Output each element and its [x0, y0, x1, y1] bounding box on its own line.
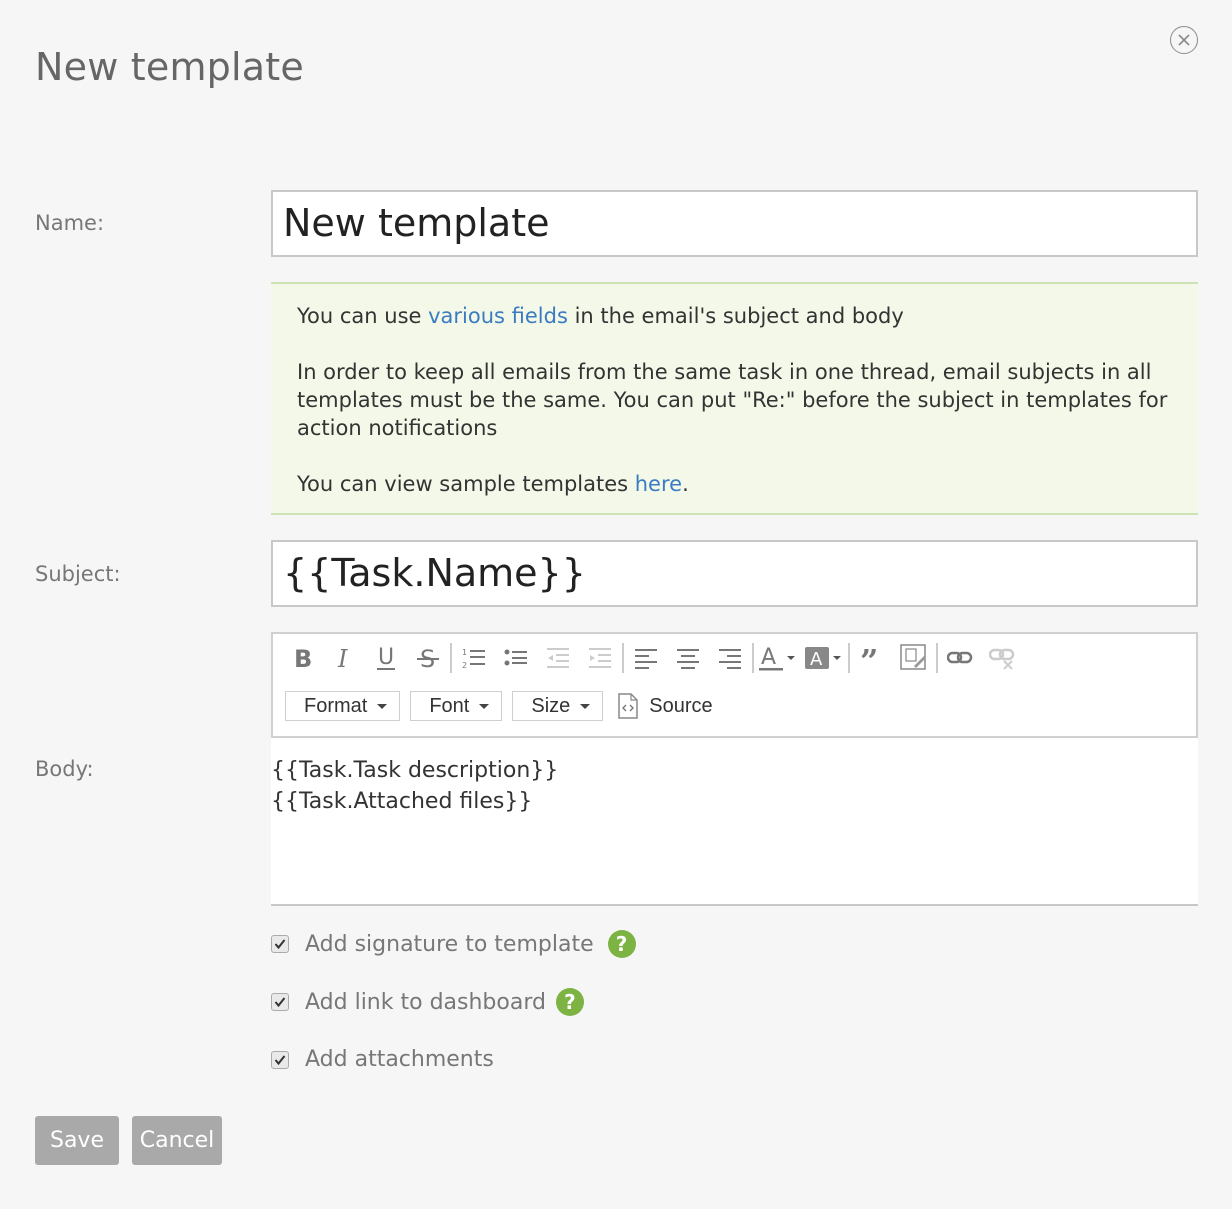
size-dropdown[interactable]: Size	[512, 691, 604, 721]
align-right-button[interactable]	[709, 640, 751, 676]
increase-indent-button[interactable]	[579, 640, 621, 676]
format-dropdown-label: Format	[304, 694, 368, 717]
dialog-title: New template	[35, 45, 304, 89]
info-line-fields: You can use various fields in the email'…	[297, 302, 1172, 330]
info-text: .	[682, 472, 689, 496]
background-color-button[interactable]: A	[801, 640, 847, 676]
checkmark-icon	[274, 1054, 286, 1065]
toolbar-separator	[450, 643, 452, 673]
info-text: in the email's subject and body	[567, 304, 904, 328]
blockquote-icon: ”	[860, 646, 878, 670]
template-icon	[900, 644, 926, 670]
source-icon	[618, 693, 639, 719]
italic-icon: I	[337, 645, 348, 671]
decrease-indent-button[interactable]	[537, 640, 579, 676]
name-label: Name:	[35, 211, 105, 235]
align-left-icon	[635, 649, 657, 669]
add-dashboard-link-checkbox[interactable]	[271, 993, 289, 1011]
unlink-icon	[989, 648, 1015, 670]
chevron-down-icon	[377, 703, 388, 709]
editor-toolbar: B I U S 12	[271, 632, 1198, 738]
signature-help-icon[interactable]: ?	[607, 930, 636, 958]
bulleted-list-button[interactable]	[495, 640, 537, 676]
format-dropdown[interactable]: Format	[285, 691, 401, 721]
align-center-icon	[677, 649, 699, 669]
info-thread-note: In order to keep all emails from the sam…	[297, 360, 1168, 440]
save-button[interactable]: Save	[35, 1116, 119, 1165]
strikethrough-button[interactable]: S	[407, 640, 449, 676]
toolbar-separator	[752, 643, 754, 673]
underline-icon: U	[377, 645, 395, 670]
add-dashboard-link-label: Add link to dashboard	[305, 989, 546, 1015]
chevron-down-icon	[479, 703, 490, 709]
background-color-icon: A	[805, 647, 841, 670]
link-button[interactable]	[939, 640, 981, 676]
underline-button[interactable]: U	[365, 640, 407, 676]
option-add-signature: Add signature to template ?	[271, 930, 636, 958]
align-left-button[interactable]	[625, 640, 667, 676]
chevron-down-icon	[580, 703, 591, 709]
dashboard-help-icon[interactable]: ?	[555, 988, 584, 1016]
svg-text:1: 1	[462, 648, 467, 657]
subject-input[interactable]: {{Task.Name}}	[271, 540, 1198, 607]
toolbar-separator	[848, 643, 850, 673]
bulleted-list-icon	[504, 649, 527, 666]
svg-text:U: U	[378, 645, 394, 670]
size-dropdown-label: Size	[531, 694, 571, 717]
numbered-list-button[interactable]: 12	[453, 640, 495, 676]
source-button[interactable]: Source	[617, 693, 713, 719]
body-line: {{Task.Task description}}	[271, 758, 559, 783]
svg-text:A: A	[810, 649, 823, 670]
bold-icon: B	[294, 645, 312, 671]
template-button[interactable]	[893, 640, 935, 676]
svg-text:A: A	[761, 645, 776, 670]
add-attachments-checkbox[interactable]	[271, 1050, 289, 1069]
svg-text:B: B	[294, 645, 312, 671]
italic-button[interactable]: I	[323, 640, 365, 676]
blockquote-button[interactable]: ”	[851, 640, 893, 676]
text-color-button[interactable]: A	[755, 640, 801, 676]
toolbar-separator	[936, 643, 938, 673]
sample-templates-link[interactable]: here	[635, 472, 682, 496]
checkmark-icon	[274, 997, 286, 1008]
increase-indent-icon	[589, 648, 611, 668]
add-signature-label: Add signature to template	[305, 931, 594, 957]
text-color-icon: A	[759, 645, 795, 671]
name-input[interactable]: New template	[271, 190, 1198, 257]
source-button-label: Source	[649, 694, 713, 717]
option-add-attachments: Add attachments	[271, 1047, 494, 1072]
body-line: {{Task.Attached files}}	[271, 789, 533, 814]
unlink-button[interactable]	[981, 640, 1023, 676]
add-signature-checkbox[interactable]	[271, 935, 289, 953]
align-right-icon	[719, 649, 741, 669]
option-add-dashboard-link: Add link to dashboard ?	[271, 988, 584, 1016]
numbered-list-icon: 12	[462, 648, 485, 670]
body-editor[interactable]: {{Task.Task description}} {{Task.Attache…	[271, 738, 1198, 906]
svg-text:2: 2	[462, 661, 467, 670]
checkmark-icon	[274, 939, 286, 950]
font-dropdown[interactable]: Font	[410, 691, 503, 721]
close-button[interactable]	[1170, 26, 1198, 54]
body-label: Body:	[35, 757, 94, 781]
font-dropdown-label: Font	[429, 694, 470, 717]
cancel-button[interactable]: Cancel	[132, 1116, 222, 1165]
svg-text:”: ”	[860, 646, 878, 670]
info-text: You can view sample templates	[297, 472, 635, 496]
toolbar-separator	[622, 643, 624, 673]
svg-text:I: I	[337, 645, 348, 671]
various-fields-link[interactable]: various fields	[428, 304, 568, 328]
info-box: You can use various fields in the email'…	[271, 282, 1198, 515]
strikethrough-icon: S	[417, 645, 439, 671]
decrease-indent-icon	[547, 648, 569, 668]
info-text: You can use	[297, 304, 429, 328]
bold-button[interactable]: B	[281, 640, 323, 676]
info-line-samples: You can view sample templates here.	[297, 470, 1172, 498]
close-circle-icon	[1178, 34, 1190, 46]
align-center-button[interactable]	[667, 640, 709, 676]
subject-label: Subject:	[35, 562, 121, 586]
link-icon	[947, 651, 973, 664]
add-attachments-label: Add attachments	[305, 1047, 494, 1072]
